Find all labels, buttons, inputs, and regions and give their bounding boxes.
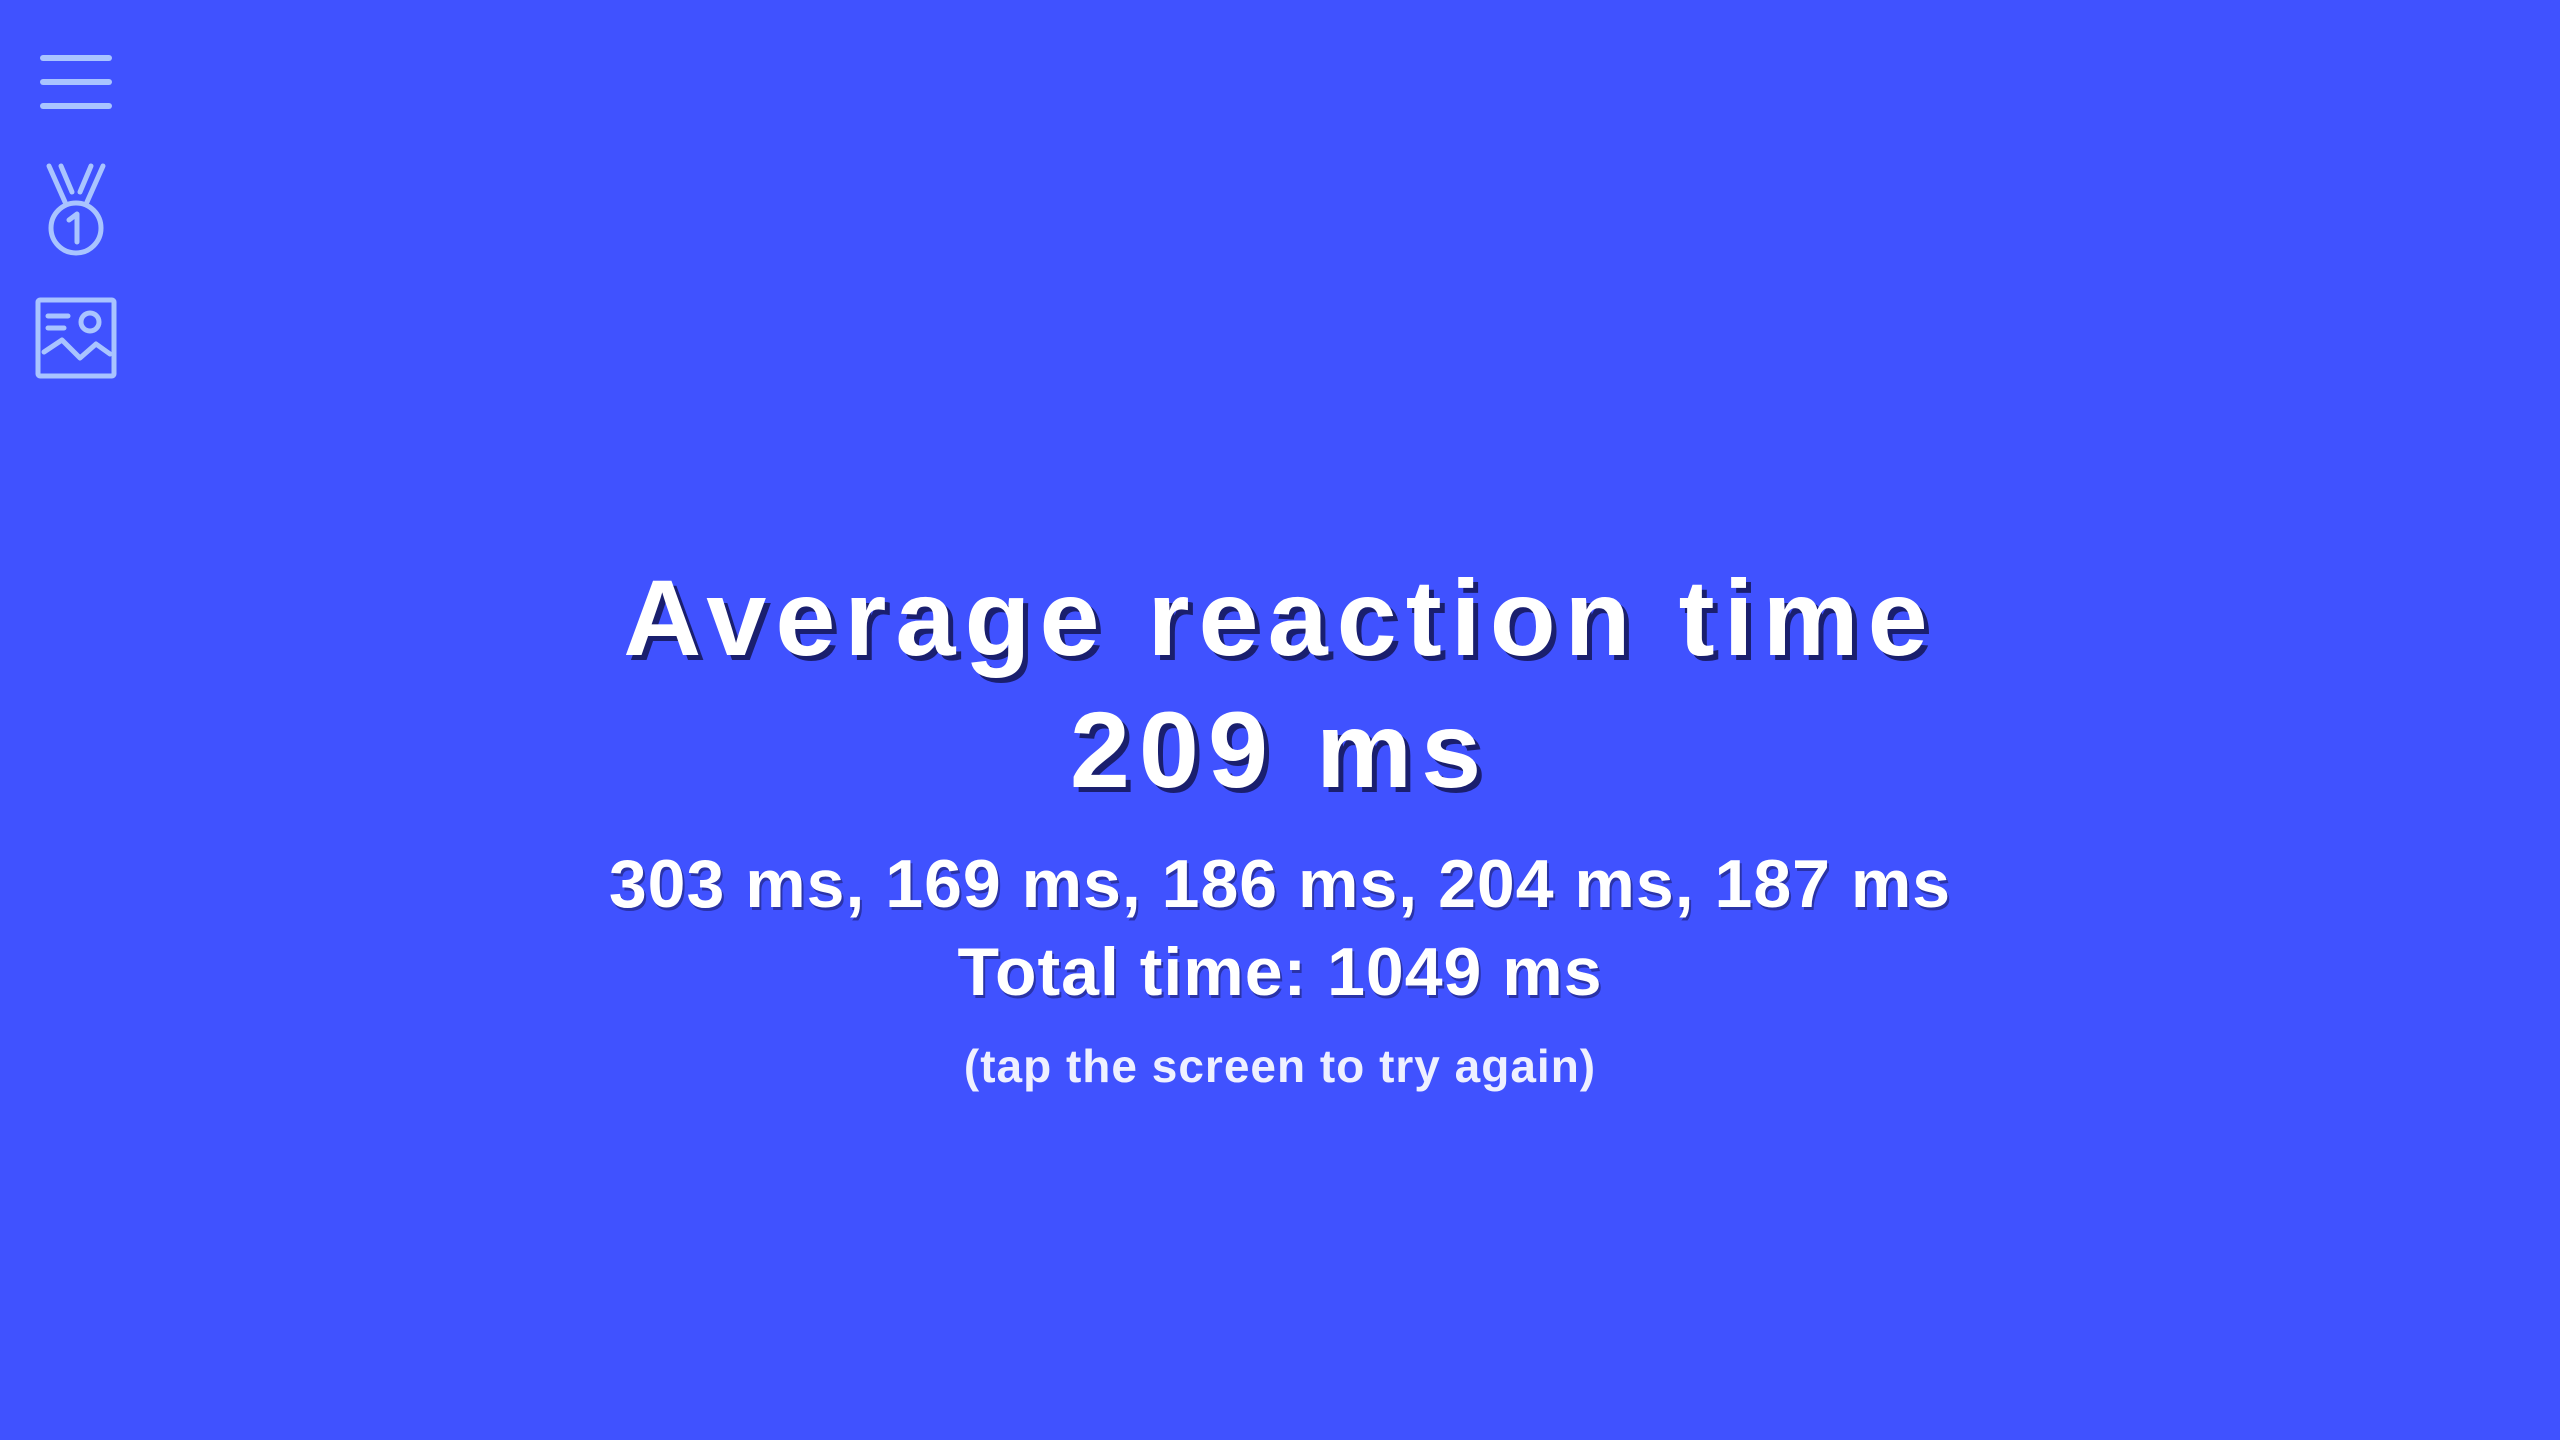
average-time: 209 ms xyxy=(1069,689,1491,810)
menu-button[interactable] xyxy=(30,36,122,128)
retry-hint: (tap the screen to try again) xyxy=(963,1040,1597,1092)
leaderboard-button[interactable] xyxy=(30,163,122,256)
result-title: Average reaction time xyxy=(623,557,1937,678)
trial-times: 303 ms, 169 ms, 186 ms, 204 ms, 187 ms xyxy=(608,846,1952,922)
sidebar xyxy=(30,36,122,420)
total-time: Total time: 1049 ms xyxy=(957,934,1603,1010)
image-card-icon xyxy=(35,297,117,379)
result-panel: Average reaction time 209 ms 303 ms, 169… xyxy=(0,552,2560,1096)
medal-first-place-icon xyxy=(46,163,106,256)
hamburger-menu-icon xyxy=(40,55,112,109)
gallery-button[interactable] xyxy=(30,292,122,384)
